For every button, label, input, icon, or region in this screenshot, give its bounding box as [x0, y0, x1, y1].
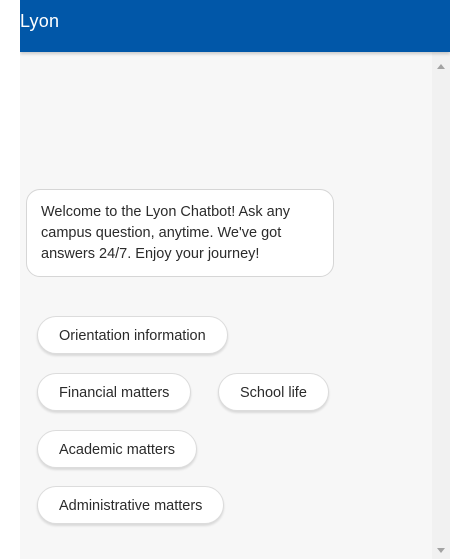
quick-reply-financial-matters[interactable]: Financial matters [37, 373, 192, 411]
quick-reply-school-life[interactable]: School life [218, 373, 329, 411]
chat-header: Lyon [20, 0, 450, 52]
quick-reply-orientation-information[interactable]: Orientation information [37, 316, 228, 354]
message-list[interactable]: Welcome to the Lyon Chatbot! Ask any cam… [20, 52, 432, 559]
quick-reply-administrative-matters[interactable]: Administrative matters [37, 486, 225, 524]
quick-reply-academic-matters[interactable]: Academic matters [37, 430, 198, 468]
scroll-down-arrow-icon[interactable] [437, 548, 445, 553]
scrollbar[interactable] [432, 52, 450, 559]
bot-message: Welcome to the Lyon Chatbot! Ask any cam… [26, 189, 334, 277]
chat-title: Lyon [20, 11, 60, 31]
scroll-up-arrow-icon[interactable] [437, 64, 445, 69]
chat-window: Lyon Welcome to the Lyon Chatbot! Ask an… [20, 0, 450, 559]
